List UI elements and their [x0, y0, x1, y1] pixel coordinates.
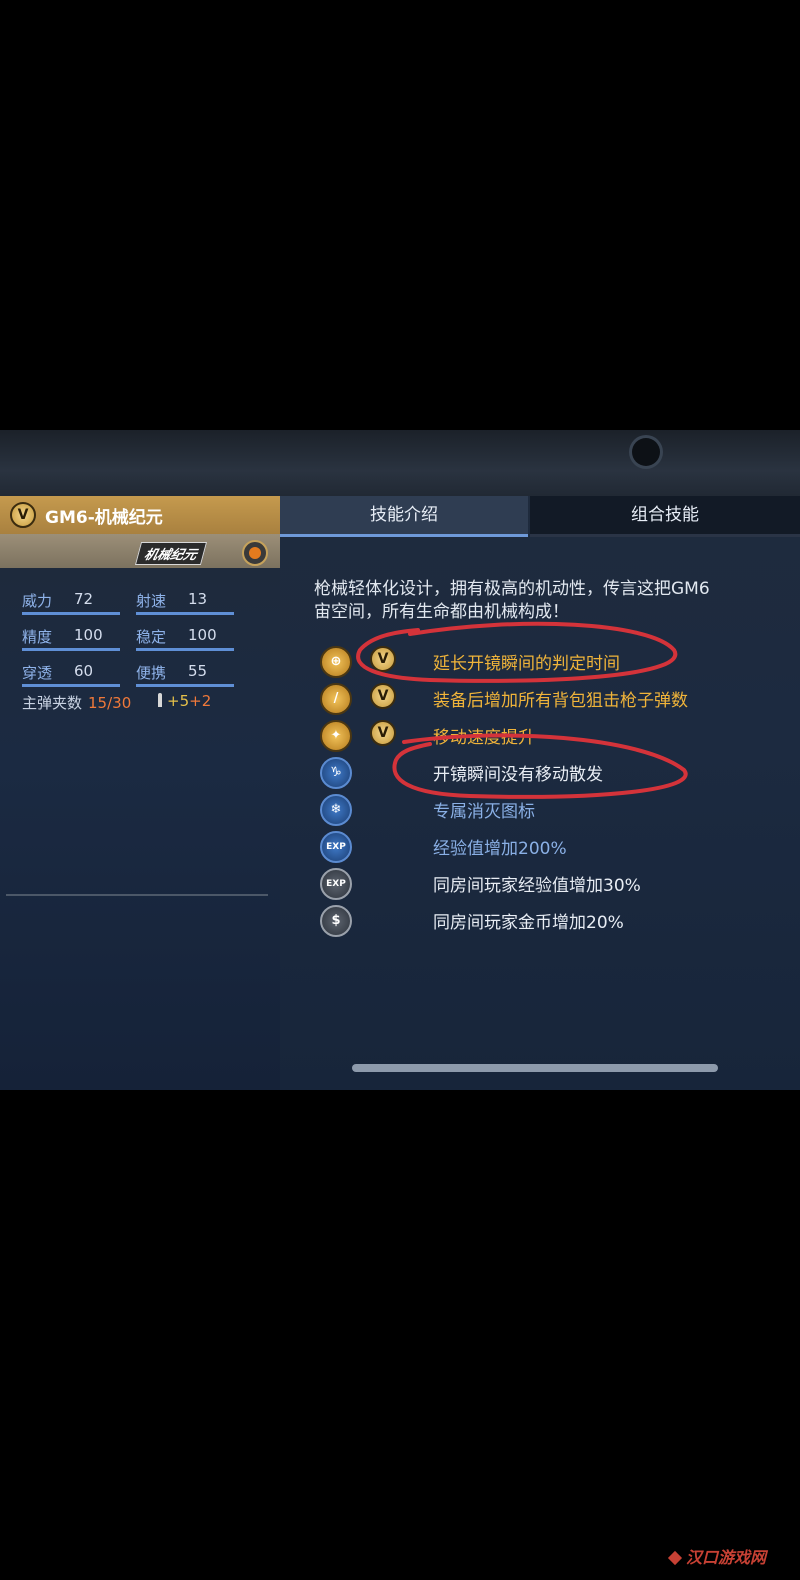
ammo-bonus: +5+2	[158, 692, 211, 710]
stat-value: 72	[74, 590, 94, 608]
sniper-bullet-icon: /	[320, 683, 352, 715]
coin-icon: $	[320, 905, 352, 937]
exp-icon: EXP	[320, 831, 352, 863]
stat-power: 威力 72	[22, 590, 120, 615]
stat-label: 穿透	[22, 664, 53, 682]
weapon-panel: V GM6-机械纪元 机械纪元 威力 72 射速 13 精度 100 稳定 10…	[0, 496, 281, 1090]
ammo-bonus-2: +2	[189, 692, 212, 710]
top-band	[0, 430, 800, 498]
crosshair-icon: ⊕	[320, 646, 352, 678]
element-orb-icon[interactable]	[242, 540, 268, 566]
skill-text: 开镜瞬间没有移动散发	[433, 765, 603, 785]
magazine-count: 主弹夹数 15/30	[22, 692, 131, 713]
weapon-name: GM6-机械纪元	[45, 508, 163, 528]
stat-label: 便携	[136, 664, 167, 682]
horizontal-scrollbar[interactable]	[352, 1064, 718, 1072]
magazine-current: 15	[88, 694, 108, 712]
magazine-max: 30	[112, 694, 132, 712]
stat-accuracy: 精度 100	[22, 626, 120, 651]
game-screen: V GM6-机械纪元 机械纪元 威力 72 射速 13 精度 100 稳定 10…	[0, 430, 800, 1090]
skill-text: 同房间玩家金币增加20%	[433, 913, 624, 933]
stat-firerate: 射速 13	[136, 590, 234, 615]
stat-bar	[22, 684, 120, 687]
magazine-label: 主弹夹数	[22, 694, 83, 712]
snowflake-icon: ❄	[320, 794, 352, 826]
watermark-logo-icon	[667, 1550, 683, 1566]
stat-label: 威力	[22, 592, 53, 610]
capricorn-icon: ♑	[320, 757, 352, 789]
skill-text: 同房间玩家经验值增加30%	[433, 876, 641, 896]
stat-value: 100	[74, 626, 103, 644]
watermark-text: 汉口游戏网	[685, 1548, 766, 1567]
stat-value: 60	[74, 662, 94, 680]
running-man-icon: ✦	[320, 720, 352, 752]
stat-bar	[22, 612, 120, 615]
stat-label: 稳定	[136, 628, 167, 646]
v-rank-icon: V	[10, 502, 36, 528]
stat-bar	[136, 684, 234, 687]
brand-logo: 机械纪元	[134, 542, 208, 565]
stat-value: 13	[188, 590, 208, 608]
v-rank-icon: V	[370, 683, 396, 709]
stat-value: 55	[188, 662, 208, 680]
v-rank-icon: V	[370, 646, 396, 672]
stat-penetration: 穿透 60	[22, 662, 120, 687]
bullet-icon	[158, 693, 162, 707]
skill-text: 经验值增加200%	[433, 839, 567, 859]
divider	[6, 894, 268, 896]
tab-combo-skill[interactable]: 组合技能	[530, 496, 800, 537]
skill-text: 专属消灭图标	[433, 802, 535, 822]
exp-plus-icon: EXP	[320, 868, 352, 900]
skill-text: 延长开镜瞬间的判定时间	[433, 654, 620, 674]
v-rank-icon: V	[370, 720, 396, 746]
weapon-description: 枪械轻体化设计，拥有极高的机动性，传言这把GM6 宙空间，所有生命都由机械构成！	[314, 579, 710, 622]
ammo-bonus-1: +5	[167, 692, 190, 710]
stat-value: 100	[188, 626, 217, 644]
stat-bar	[136, 648, 234, 651]
skill-panel: 技能介绍 组合技能 枪械轻体化设计，拥有极高的机动性，传言这把GM6 宙空间，所…	[280, 496, 800, 1090]
tab-skill-intro[interactable]: 技能介绍	[280, 496, 528, 537]
site-watermark: 汉口游戏网	[667, 1544, 766, 1568]
skill-text: 移动速度提升	[433, 728, 535, 748]
stat-label: 射速	[136, 592, 167, 610]
stat-label: 精度	[22, 628, 53, 646]
camera-knob-icon	[632, 438, 660, 466]
stat-stability: 稳定 100	[136, 626, 234, 651]
weapon-title-bar: V GM6-机械纪元	[0, 496, 280, 534]
skill-text: 装备后增加所有背包狙击枪子弹数	[433, 691, 688, 711]
stat-portability: 便携 55	[136, 662, 234, 687]
weapon-brand-bar: 机械纪元	[0, 534, 280, 568]
stat-bar	[136, 612, 234, 615]
stat-bar	[22, 648, 120, 651]
